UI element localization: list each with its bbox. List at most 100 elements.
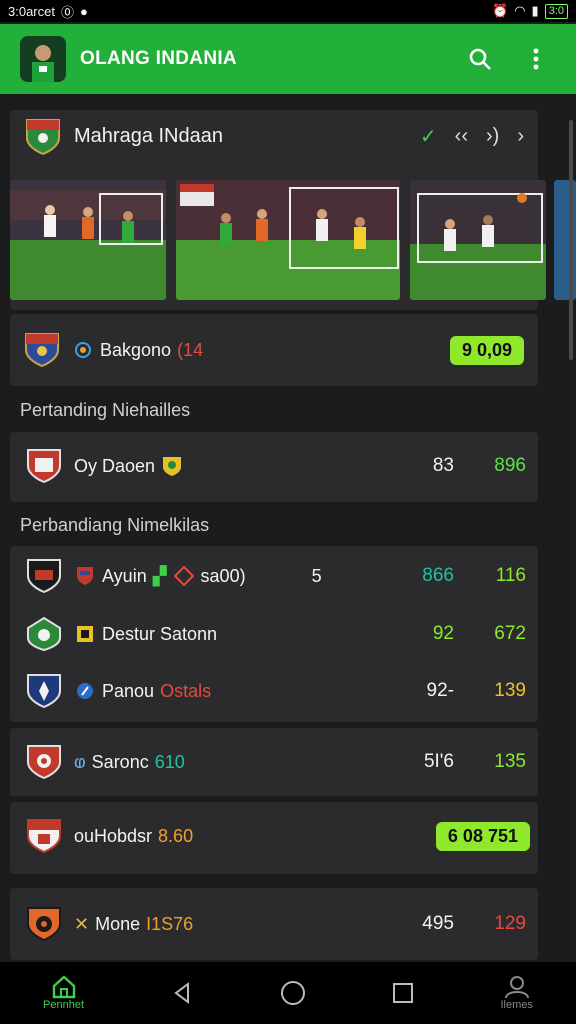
- team-name: Destur Satonn: [74, 623, 404, 645]
- team-extra: 8.60: [158, 825, 194, 846]
- score-away: 139: [494, 680, 526, 701]
- score-pill: 9 0,09: [449, 335, 524, 365]
- score-away: 672: [494, 623, 526, 644]
- team-name: Oy Daoen: [74, 455, 404, 477]
- team-extra: 610: [154, 751, 185, 772]
- score-home: 92: [432, 623, 454, 644]
- prev-icon[interactable]: ‹‹: [455, 125, 468, 148]
- match-row[interactable]: Panou Ostals 92- 139: [26, 673, 526, 709]
- score-away: 896: [494, 455, 526, 476]
- home-icon: [52, 975, 75, 999]
- score-home: 5I'6: [423, 751, 454, 772]
- match-minute: 5: [311, 565, 322, 586]
- sound-icon[interactable]: ›): [486, 125, 499, 148]
- nav-recents[interactable]: [392, 982, 414, 1004]
- featured-team-name: Bakgono: [100, 339, 172, 360]
- match-row[interactable]: Bakgono (14 9 0,09: [24, 332, 524, 368]
- team-name: ✕ Mone I1S76: [74, 914, 404, 935]
- team-extra: sa00): [200, 565, 246, 586]
- team-name-text: Destur Satonn: [102, 623, 218, 644]
- nav-home[interactable]: Pennhet: [43, 975, 84, 1011]
- team-name: Ayuin ▞ sa00) 5: [74, 565, 404, 587]
- team-name-text: ouHobdsr: [74, 825, 153, 846]
- team-crest-icon: [27, 449, 61, 484]
- match-card[interactable]: Oy Daoen 83 896: [10, 432, 538, 502]
- highlight-carousel[interactable]: [10, 180, 576, 300]
- team-emblem-icon: ✕: [74, 913, 90, 934]
- match-row[interactable]: Ayuin ▞ sa00) 5 866 116: [26, 558, 526, 594]
- score-home: 495: [422, 913, 454, 934]
- section-title: Perbandiang Nimelkilas: [20, 515, 210, 535]
- league-name: Mahraga INdaan: [74, 124, 223, 147]
- wifi-icon: ◠: [514, 3, 526, 18]
- league-header: Mahraga INdaan ✓ ‹‹ ›) ›: [10, 110, 538, 162]
- score-home: 83: [432, 455, 454, 476]
- recents-square-icon: [393, 983, 414, 1003]
- more-menu-button[interactable]: [516, 39, 556, 79]
- team-emblem-icon: ⱷ: [74, 751, 86, 772]
- scrollbar[interactable]: [569, 120, 573, 360]
- diamond-icon: [173, 565, 195, 587]
- team-name: Bakgono (14: [72, 339, 450, 361]
- nav-profile-label: Ilemes: [500, 999, 533, 1011]
- team-name: ouHobdsr 8.60: [74, 826, 436, 847]
- team-crest-icon: [27, 819, 61, 854]
- nav-home-circle[interactable]: [280, 980, 306, 1006]
- profile-icon: [504, 976, 529, 999]
- more-vert-icon: [533, 48, 539, 70]
- highlight-thumbnail[interactable]: [10, 180, 166, 300]
- match-row[interactable]: Oy Daoen 83 896: [26, 448, 526, 484]
- team-crest-icon: [27, 907, 61, 942]
- team-crest-icon: [27, 745, 61, 780]
- team-name-text: Panou: [102, 680, 155, 701]
- score-home: 92-: [426, 680, 454, 701]
- score-home: 866: [422, 565, 454, 586]
- bracket-icon: ▞: [152, 565, 167, 586]
- team-extra: I1S76: [146, 913, 194, 934]
- chevron-down-icon[interactable]: ✓: [420, 124, 437, 149]
- team-emblem-icon: [74, 623, 96, 645]
- team-name-text: Mone: [95, 913, 141, 934]
- highlight-thumbnail[interactable]: [410, 180, 546, 300]
- section-title: Pertanding Niehailles: [20, 400, 191, 420]
- status-text: 3:0arcet: [8, 3, 55, 19]
- match-card[interactable]: ✕ Mone I1S76 495 129: [10, 888, 538, 960]
- score-pill: 6 08 751: [435, 821, 530, 851]
- match-row[interactable]: ✕ Mone I1S76 495 129: [26, 906, 526, 942]
- nav-home-label: Pennhet: [43, 999, 85, 1011]
- team-name: ⱷ Saronc 610: [74, 752, 404, 773]
- signal-icon: ▮: [531, 3, 539, 18]
- team-emblem-icon: [74, 565, 96, 587]
- featured-match-card[interactable]: Bakgono (14 9 0,09: [10, 314, 538, 386]
- highlight-thumbnail[interactable]: [176, 180, 400, 300]
- match-row[interactable]: ouHobdsr 8.60 6 08 751: [26, 818, 530, 854]
- nav-profile[interactable]: Ilemes: [500, 975, 533, 1011]
- search-button[interactable]: [460, 39, 500, 79]
- battery-icon: 3:0: [544, 3, 568, 19]
- score-away: 135: [494, 751, 526, 772]
- match-row[interactable]: Destur Satonn 92 672: [26, 616, 526, 652]
- team-emblem-icon: [72, 339, 94, 361]
- team-name-text: Ayuin: [102, 565, 147, 586]
- bottom-navigation: Pennhet Ilemes: [0, 962, 576, 1024]
- alarm-icon: ⏰: [492, 3, 509, 18]
- match-row[interactable]: ⱷ Saronc 610 5I'6 135: [26, 744, 526, 780]
- team-badge-icon: [161, 455, 183, 477]
- team-crest-icon: [27, 559, 61, 594]
- nav-back[interactable]: [170, 981, 194, 1005]
- match-group-card: Ayuin ▞ sa00) 5 866 116 Destur Satonn 92…: [10, 546, 538, 722]
- score-away: 129: [494, 913, 526, 934]
- app-logo: [20, 36, 66, 82]
- status-bar: 3:0arcet ⓪ ● ⏰ ◠ ▮ 3:0: [0, 0, 576, 22]
- search-icon: [469, 48, 491, 70]
- match-card[interactable]: ouHobdsr 8.60 6 08 751: [10, 802, 538, 874]
- team-name: Panou Ostals: [74, 680, 404, 702]
- app-bar: OLANG INDANIA: [0, 24, 576, 94]
- chevron-right-icon[interactable]: ›: [517, 125, 524, 148]
- app-title: OLANG INDANIA: [80, 48, 237, 69]
- team-name-text: Oy Daoen: [74, 455, 156, 476]
- score-away: 116: [495, 565, 526, 586]
- back-triangle-icon: [174, 982, 190, 1004]
- team-name-text: Saronc: [91, 751, 149, 772]
- match-card[interactable]: ⱷ Saronc 610 5I'6 135: [10, 728, 538, 796]
